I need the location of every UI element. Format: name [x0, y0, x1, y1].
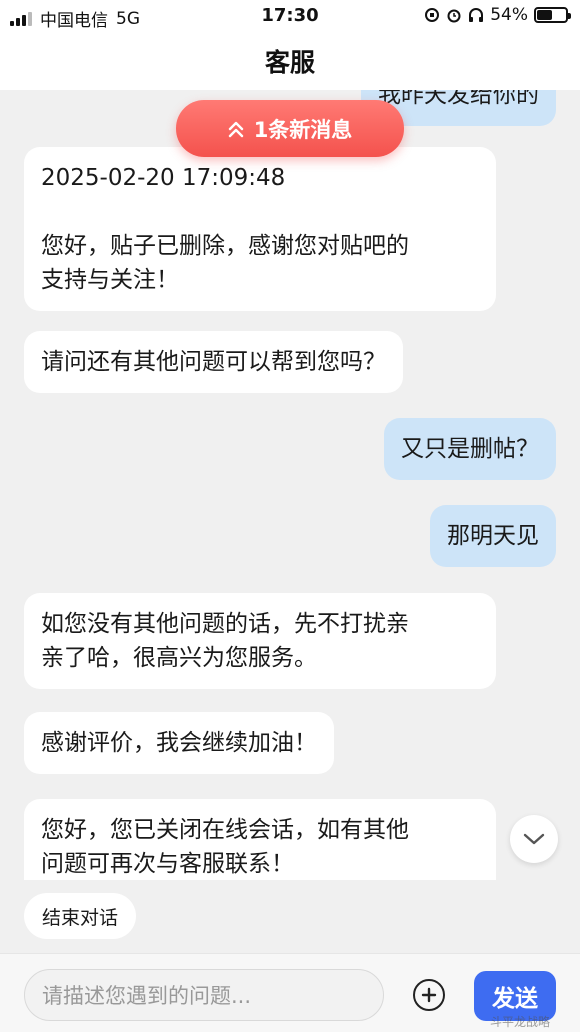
page-title: 客服 — [0, 32, 580, 90]
message-bubble-incoming: 2025-02-20 17:09:48 您好，贴子已删除，感谢您对贴吧的 支持与… — [24, 147, 496, 311]
chat-area[interactable]: 我昨天发给你的 2025-02-20 17:09:48 您好，贴子已删除，感谢您… — [0, 90, 580, 880]
status-right: 54% — [424, 5, 571, 25]
message-bubble-incoming: 您好，您已关闭在线会话，如有其他 问题可再次与客服联系！ — [24, 799, 496, 880]
battery-icon — [534, 7, 571, 23]
message-bubble-incoming: 感谢评价，我会继续加油！ — [24, 712, 334, 774]
plus-icon — [421, 987, 437, 1003]
input-bar: 请描述您遇到的问题... 发送 斗平龙战略 — [0, 953, 580, 1032]
headphones-icon — [469, 8, 484, 22]
status-bar: 中国电信 5G 17:30 54% — [0, 0, 580, 32]
orientation-lock-icon — [425, 8, 440, 22]
watermark: 斗平龙战略 — [489, 1015, 550, 1029]
double-chevron-up-icon — [228, 121, 243, 137]
chevron-down-icon — [523, 833, 545, 845]
scroll-to-bottom-button[interactable] — [510, 815, 558, 863]
alarm-icon — [447, 9, 461, 23]
battery-percent: 54% — [490, 5, 528, 25]
message-bubble-incoming: 如您没有其他问题的话，先不打扰亲 亲了哈，很高兴为您服务。 — [24, 593, 496, 689]
message-bubble-outgoing: 又只是删帖？ — [384, 418, 556, 480]
battery-fill — [537, 10, 553, 20]
new-message-button[interactable]: 1条新消息 — [176, 100, 404, 157]
add-attachment-button[interactable] — [413, 979, 445, 1011]
new-message-label: 1条新消息 — [253, 117, 353, 142]
message-bubble-outgoing: 那明天见 — [430, 505, 556, 567]
end-conversation-button[interactable]: 结束对话 — [24, 893, 137, 939]
message-input[interactable]: 请描述您遇到的问题... — [24, 969, 384, 1021]
message-bubble-incoming: 请问还有其他问题可以帮到您吗？ — [24, 331, 403, 393]
